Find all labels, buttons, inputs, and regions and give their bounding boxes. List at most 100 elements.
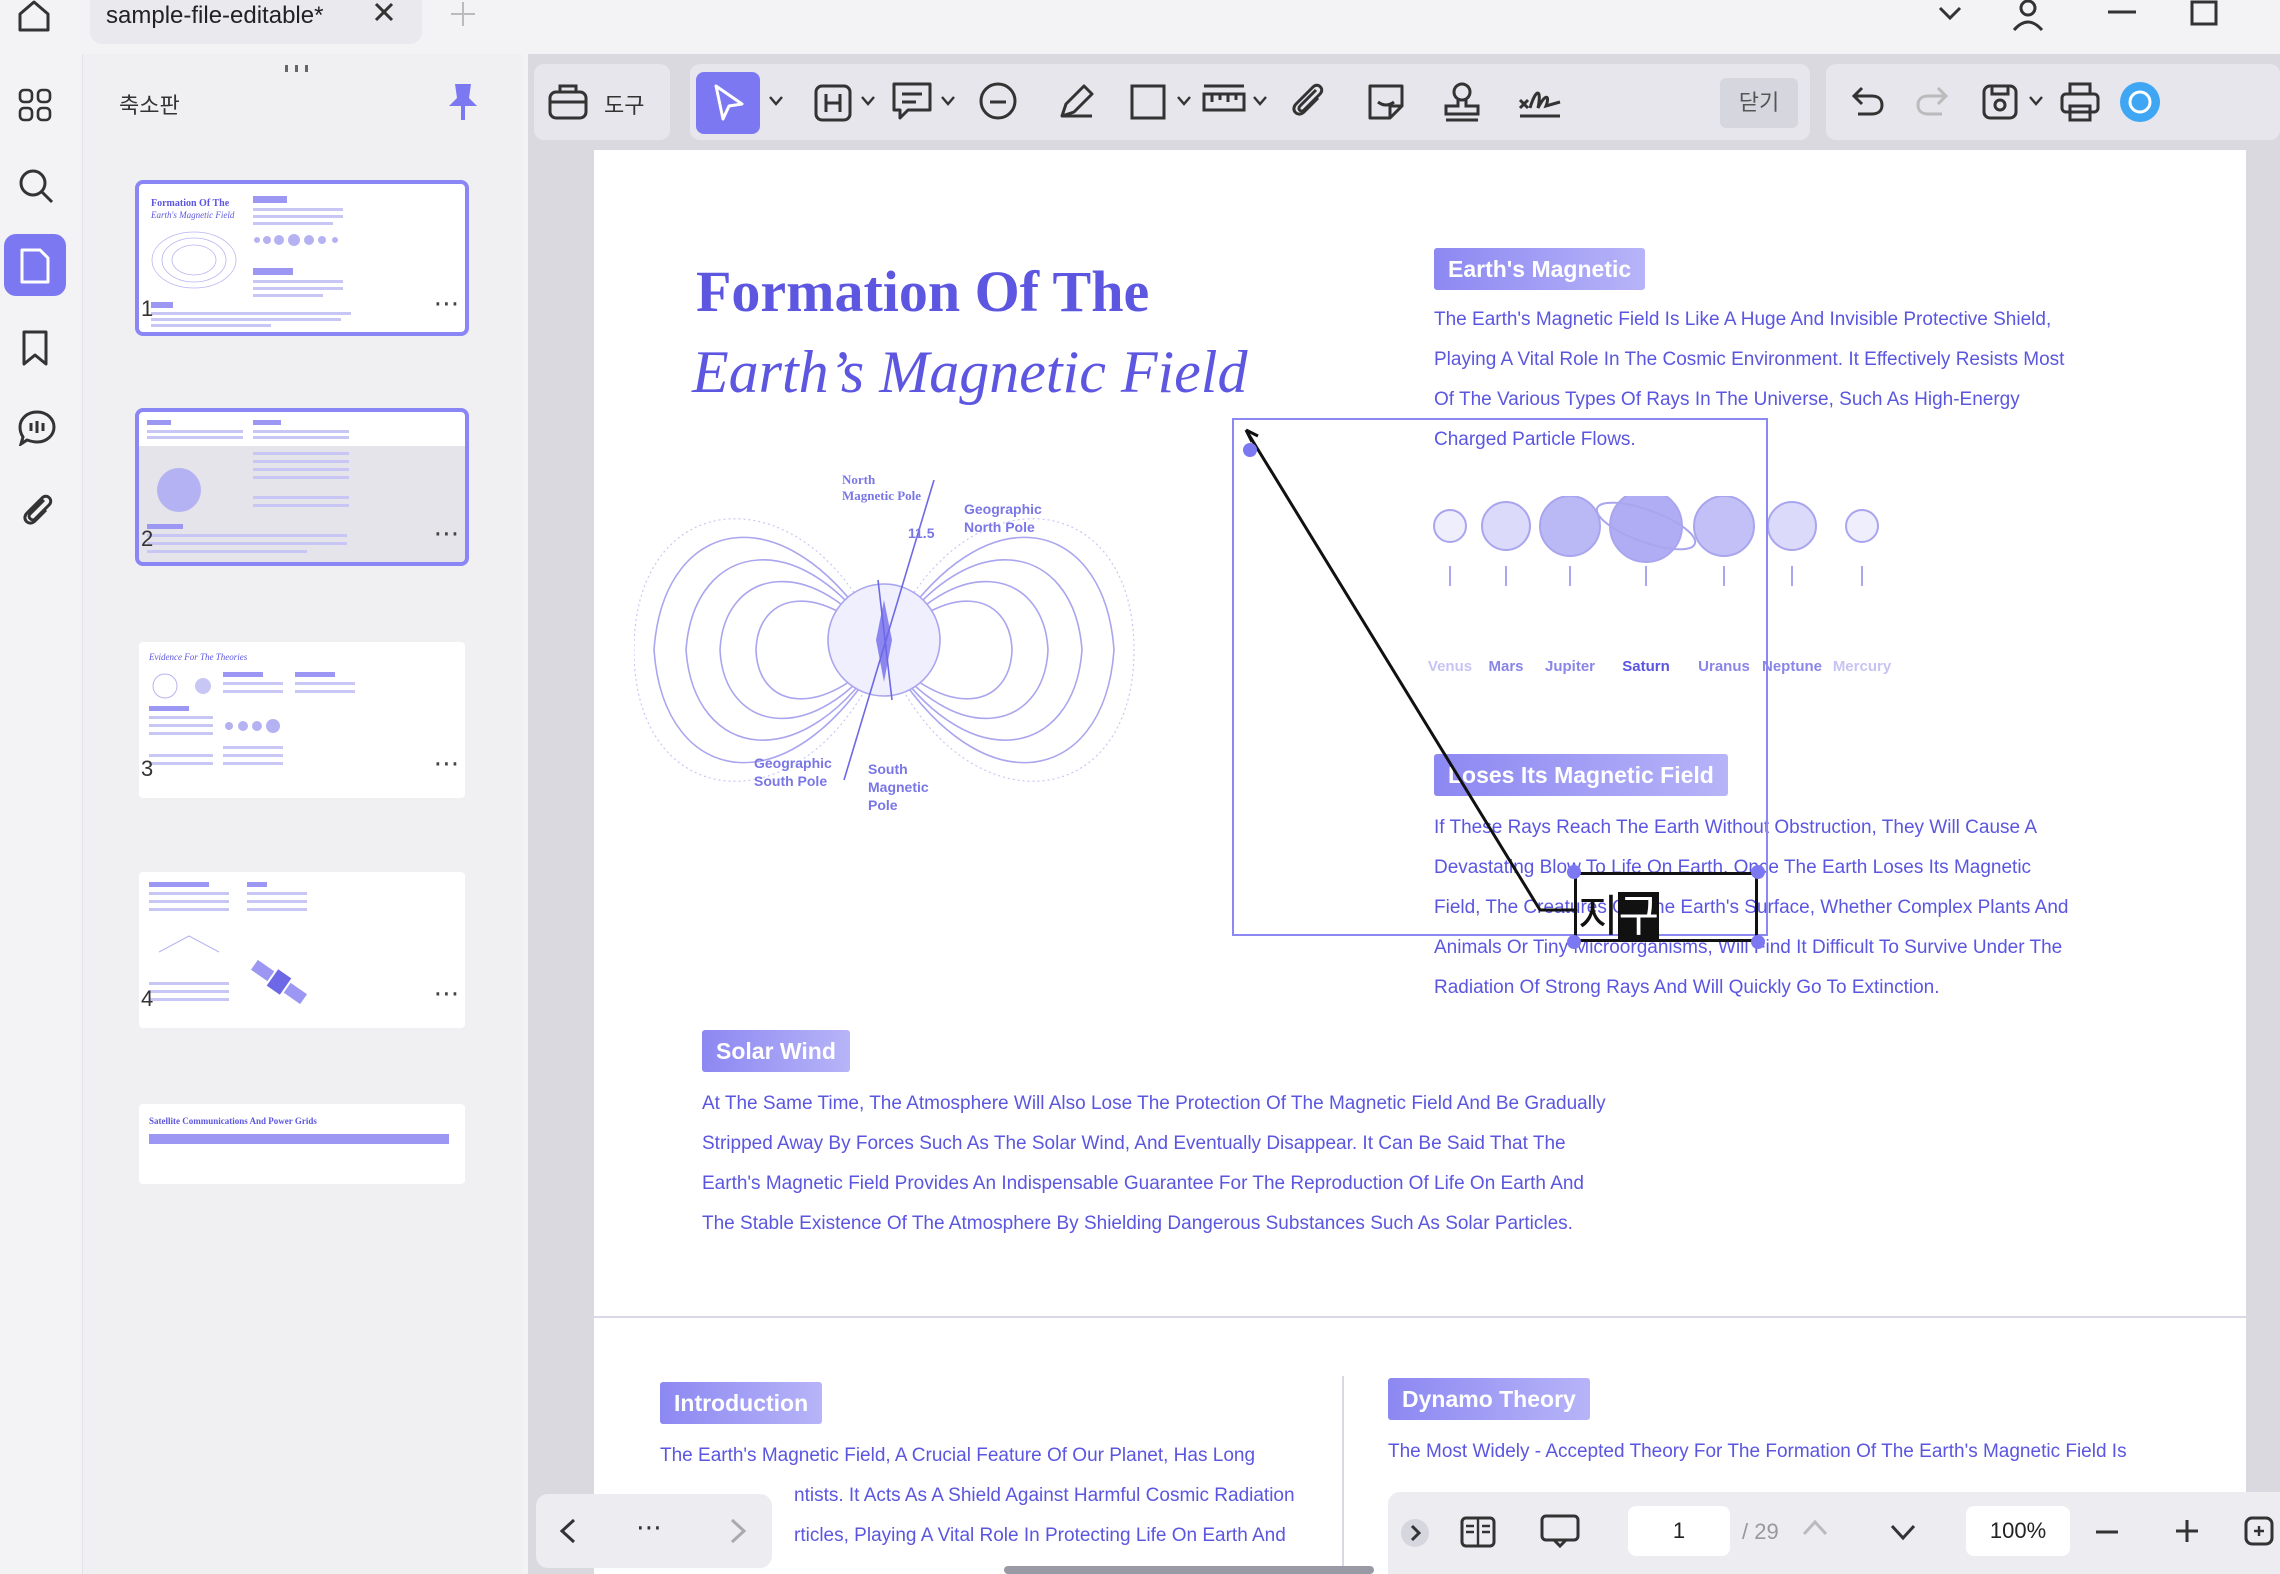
maximize-icon[interactable] bbox=[2184, 0, 2224, 32]
redo-icon[interactable] bbox=[1910, 78, 1958, 126]
chevron-left-icon[interactable] bbox=[554, 1516, 584, 1546]
chevron-right-icon[interactable] bbox=[722, 1516, 752, 1546]
zoom-out-icon[interactable] bbox=[2092, 1520, 2122, 1544]
page-title-line1: Formation Of The bbox=[696, 259, 1150, 324]
chevron-down-icon[interactable] bbox=[1930, 0, 1970, 32]
section-tag-introduction: Introduction bbox=[660, 1382, 823, 1424]
more-options-icon[interactable]: ⋯ bbox=[429, 520, 465, 548]
undo-icon[interactable] bbox=[1842, 78, 1890, 126]
page-thumbnail-5[interactable]: Satellite Communications And Power Grids bbox=[139, 1104, 465, 1184]
text-line: The Most Widely - Accepted Theory For Th… bbox=[1388, 1441, 2127, 1462]
geographic-south-pole-label-1: Geographic bbox=[754, 755, 832, 771]
new-tab-icon[interactable] bbox=[448, 0, 478, 30]
presentation-icon[interactable] bbox=[1538, 1512, 1582, 1552]
text-line: Playing A Vital Role In The Cosmic Envir… bbox=[1434, 349, 2065, 370]
page-number-1: 1 bbox=[141, 296, 154, 321]
print-icon[interactable] bbox=[2056, 78, 2104, 126]
geographic-north-pole-label-1: Geographic bbox=[964, 501, 1042, 517]
ai-assistant-icon[interactable] bbox=[2116, 78, 2164, 126]
south-magnetic-pole-label-3: Pole bbox=[868, 797, 898, 813]
chevron-up-icon[interactable] bbox=[1800, 1516, 1830, 1540]
callout-text-plain: 지 bbox=[1578, 892, 1619, 941]
more-icon[interactable]: ⋯ bbox=[636, 1512, 662, 1543]
page-thumbnail-1[interactable]: Formation Of The Earth's Magnetic Field bbox=[135, 180, 469, 336]
text-line: Stripped Away By Forces Such As The Sola… bbox=[702, 1133, 1566, 1154]
zoom-level[interactable]: 100% bbox=[1966, 1506, 2070, 1556]
chevron-down-icon[interactable] bbox=[2028, 94, 2044, 108]
chevron-down-icon[interactable] bbox=[1252, 94, 1268, 108]
annotation-tools: 닫기 bbox=[690, 64, 1810, 140]
home-icon[interactable] bbox=[14, 0, 54, 36]
signature-icon[interactable] bbox=[1516, 78, 1564, 126]
text-line: The Earth's Magnetic Field Is Like A Hug… bbox=[1434, 309, 2052, 330]
more-options-icon[interactable]: ⋯ bbox=[429, 980, 465, 1008]
chevron-down-icon[interactable] bbox=[860, 94, 876, 108]
pencil-icon[interactable] bbox=[1052, 78, 1100, 126]
thumb-heading: Formation Of The bbox=[151, 198, 230, 209]
section-divider bbox=[594, 1316, 2246, 1318]
fit-page-icon[interactable] bbox=[2242, 1514, 2276, 1548]
measure-icon[interactable] bbox=[1200, 78, 1248, 126]
title-bar: sample-file-editable* bbox=[0, 0, 2280, 54]
resize-handle-bottom-right[interactable] bbox=[1751, 935, 1765, 949]
column-divider bbox=[1342, 1376, 1344, 1574]
pin-icon[interactable] bbox=[443, 80, 483, 124]
sticker-icon[interactable] bbox=[1362, 78, 1410, 126]
status-bar: 1 / 29 100% bbox=[1388, 1492, 2280, 1574]
attachment-icon[interactable] bbox=[1284, 78, 1332, 126]
chevron-down-icon[interactable] bbox=[1176, 94, 1192, 108]
select-tool-icon[interactable] bbox=[696, 72, 760, 134]
chevron-down-icon[interactable] bbox=[940, 94, 956, 108]
axis-tilt-label: 11.5 bbox=[908, 525, 935, 541]
chevron-down-icon[interactable] bbox=[1888, 1520, 1918, 1544]
page-thumbnail-3[interactable]: Evidence For The Theories bbox=[139, 642, 465, 798]
stamp-icon[interactable] bbox=[1438, 78, 1486, 126]
note-icon[interactable] bbox=[888, 78, 936, 126]
planet-label-mercury: Mercury bbox=[1832, 658, 1892, 675]
close-tools-button[interactable]: 닫기 bbox=[1720, 78, 1798, 128]
chevron-down-icon[interactable] bbox=[768, 94, 784, 108]
section-tag-solar-wind: Solar Wind bbox=[702, 1030, 850, 1072]
more-options-icon[interactable]: ⋯ bbox=[429, 290, 465, 318]
callout-text[interactable]: 지구 bbox=[1578, 880, 1659, 944]
thumbnails-icon[interactable] bbox=[4, 234, 66, 296]
thumb-heading-2: Earth's Magnetic Field bbox=[150, 210, 235, 220]
minimize-icon[interactable] bbox=[2102, 0, 2142, 32]
bookmark-icon[interactable] bbox=[4, 316, 66, 378]
text-line: The Earth's Magnetic Field, A Crucial Fe… bbox=[660, 1445, 1256, 1466]
geographic-north-pole-label-2: North Pole bbox=[964, 519, 1035, 535]
panel-grip-icon[interactable] bbox=[283, 60, 313, 72]
pdf-page[interactable]: Formation Of The Earth’s Magnetic Field … bbox=[594, 150, 2246, 1574]
attachment-icon[interactable] bbox=[4, 476, 66, 538]
zoom-in-icon[interactable] bbox=[2172, 1516, 2202, 1546]
south-magnetic-pole-label-2: Magnetic bbox=[868, 779, 929, 795]
section-tag-dynamo: Dynamo Theory bbox=[1388, 1378, 1590, 1420]
text-line: Radiation Of Strong Rays And Will Quickl… bbox=[1434, 977, 1940, 998]
rectangle-icon[interactable] bbox=[1124, 78, 1172, 126]
resize-handle-top-right[interactable] bbox=[1751, 865, 1765, 879]
comments-icon[interactable] bbox=[4, 396, 66, 458]
thumbnail-panel: 축소판 Formation Of The Earth's Magnetic Fi… bbox=[82, 54, 522, 1574]
document-tab[interactable]: sample-file-editable* bbox=[90, 0, 422, 44]
page-thumbnail-4[interactable] bbox=[139, 872, 465, 1028]
north-magnetic-pole-label-1: North bbox=[842, 472, 876, 487]
page-layout-icon[interactable] bbox=[1458, 1512, 1498, 1552]
current-page-input[interactable]: 1 bbox=[1628, 1506, 1730, 1556]
page-thumbnail-2[interactable] bbox=[135, 408, 469, 566]
apps-icon[interactable] bbox=[4, 74, 66, 136]
horizontal-scrollbar[interactable] bbox=[1004, 1566, 1374, 1574]
account-icon[interactable] bbox=[2008, 0, 2048, 32]
paragraph-dynamo: The Most Widely - Accepted Theory For Th… bbox=[1388, 1432, 2208, 1472]
save-icon[interactable] bbox=[1976, 78, 2024, 126]
search-icon[interactable] bbox=[4, 154, 66, 216]
heading-text-icon[interactable] bbox=[810, 78, 858, 126]
expand-icon[interactable] bbox=[1400, 1518, 1430, 1548]
resize-handle-top-left[interactable] bbox=[1567, 865, 1581, 879]
text-line: Earth's Magnetic Field Provides An Indis… bbox=[702, 1173, 1584, 1194]
more-options-icon[interactable]: ⋯ bbox=[429, 750, 465, 778]
leader-start-handle[interactable] bbox=[1243, 443, 1257, 457]
resize-handle-bottom-left[interactable] bbox=[1567, 935, 1581, 949]
close-tab-icon[interactable] bbox=[366, 0, 402, 32]
comment-icon[interactable] bbox=[974, 78, 1022, 126]
tools-button[interactable]: 도구 bbox=[534, 64, 670, 140]
